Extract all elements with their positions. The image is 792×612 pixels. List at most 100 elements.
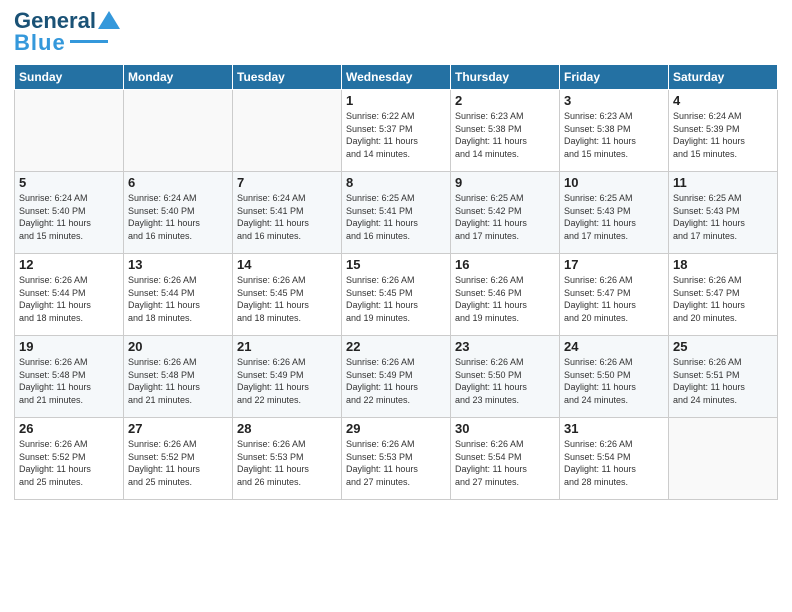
calendar-cell: 4 Sunrise: 6:24 AM Sunset: 5:39 PM Daylig… xyxy=(669,90,778,172)
day-number: 9 xyxy=(455,175,555,190)
calendar-cell: 29 Sunrise: 6:26 AM Sunset: 5:53 PM Dayli… xyxy=(342,418,451,500)
col-saturday: Saturday xyxy=(669,65,778,90)
calendar-cell: 16 Sunrise: 6:26 AM Sunset: 5:46 PM Dayli… xyxy=(451,254,560,336)
day-info: Sunrise: 6:26 AM Sunset: 5:54 PM Dayligh… xyxy=(564,438,664,488)
day-info: Sunrise: 6:25 AM Sunset: 5:42 PM Dayligh… xyxy=(455,192,555,242)
calendar-week-row: 1 Sunrise: 6:22 AM Sunset: 5:37 PM Daylig… xyxy=(15,90,778,172)
day-info: Sunrise: 6:26 AM Sunset: 5:45 PM Dayligh… xyxy=(346,274,446,324)
calendar-cell: 3 Sunrise: 6:23 AM Sunset: 5:38 PM Daylig… xyxy=(560,90,669,172)
calendar-cell: 8 Sunrise: 6:25 AM Sunset: 5:41 PM Daylig… xyxy=(342,172,451,254)
calendar-week-row: 5 Sunrise: 6:24 AM Sunset: 5:40 PM Daylig… xyxy=(15,172,778,254)
day-info: Sunrise: 6:26 AM Sunset: 5:51 PM Dayligh… xyxy=(673,356,773,406)
day-info: Sunrise: 6:24 AM Sunset: 5:41 PM Dayligh… xyxy=(237,192,337,242)
calendar-cell xyxy=(15,90,124,172)
day-info: Sunrise: 6:26 AM Sunset: 5:48 PM Dayligh… xyxy=(19,356,119,406)
day-info: Sunrise: 6:26 AM Sunset: 5:50 PM Dayligh… xyxy=(564,356,664,406)
day-info: Sunrise: 6:26 AM Sunset: 5:53 PM Dayligh… xyxy=(237,438,337,488)
day-info: Sunrise: 6:26 AM Sunset: 5:54 PM Dayligh… xyxy=(455,438,555,488)
day-number: 3 xyxy=(564,93,664,108)
day-number: 12 xyxy=(19,257,119,272)
day-number: 27 xyxy=(128,421,228,436)
day-info: Sunrise: 6:22 AM Sunset: 5:37 PM Dayligh… xyxy=(346,110,446,160)
calendar-cell: 28 Sunrise: 6:26 AM Sunset: 5:53 PM Dayli… xyxy=(233,418,342,500)
calendar-cell: 21 Sunrise: 6:26 AM Sunset: 5:49 PM Dayli… xyxy=(233,336,342,418)
calendar-cell: 6Sunrise: 6:24 AM Sunset: 5:40 PM Daylig… xyxy=(124,172,233,254)
day-number: 1 xyxy=(346,93,446,108)
day-info: Sunrise: 6:26 AM Sunset: 5:47 PM Dayligh… xyxy=(564,274,664,324)
day-number: 24 xyxy=(564,339,664,354)
day-number: 25 xyxy=(673,339,773,354)
day-number: 23 xyxy=(455,339,555,354)
calendar-cell: 26 Sunrise: 6:26 AM Sunset: 5:52 PM Dayli… xyxy=(15,418,124,500)
calendar-cell: 27Sunrise: 6:26 AM Sunset: 5:52 PM Dayli… xyxy=(124,418,233,500)
day-number: 18 xyxy=(673,257,773,272)
day-number: 8 xyxy=(346,175,446,190)
page: General Blue Sunday Monday Tuesday Wedne… xyxy=(0,0,792,612)
day-info: Sunrise: 6:23 AM Sunset: 5:38 PM Dayligh… xyxy=(455,110,555,160)
day-info: Sunrise: 6:26 AM Sunset: 5:45 PM Dayligh… xyxy=(237,274,337,324)
day-info: Sunrise: 6:23 AM Sunset: 5:38 PM Dayligh… xyxy=(564,110,664,160)
day-info: Sunrise: 6:25 AM Sunset: 5:43 PM Dayligh… xyxy=(564,192,664,242)
day-info: Sunrise: 6:26 AM Sunset: 5:48 PM Dayligh… xyxy=(128,356,228,406)
calendar-cell: 30Sunrise: 6:26 AM Sunset: 5:54 PM Dayli… xyxy=(451,418,560,500)
calendar-cell xyxy=(669,418,778,500)
calendar-cell: 10 Sunrise: 6:25 AM Sunset: 5:43 PM Dayli… xyxy=(560,172,669,254)
day-info: Sunrise: 6:25 AM Sunset: 5:41 PM Dayligh… xyxy=(346,192,446,242)
day-number: 29 xyxy=(346,421,446,436)
calendar-cell: 13 Sunrise: 6:26 AM Sunset: 5:44 PM Dayli… xyxy=(124,254,233,336)
day-number: 2 xyxy=(455,93,555,108)
calendar-cell: 22 Sunrise: 6:26 AM Sunset: 5:49 PM Dayli… xyxy=(342,336,451,418)
logo-triangle-icon xyxy=(98,11,120,31)
calendar-cell: 2 Sunrise: 6:23 AM Sunset: 5:38 PM Daylig… xyxy=(451,90,560,172)
day-number: 11 xyxy=(673,175,773,190)
calendar-cell: 25 Sunrise: 6:26 AM Sunset: 5:51 PM Dayli… xyxy=(669,336,778,418)
day-info: Sunrise: 6:26 AM Sunset: 5:44 PM Dayligh… xyxy=(128,274,228,324)
day-info: Sunrise: 6:26 AM Sunset: 5:44 PM Dayligh… xyxy=(19,274,119,324)
day-number: 13 xyxy=(128,257,228,272)
calendar-cell: 19 Sunrise: 6:26 AM Sunset: 5:48 PM Dayli… xyxy=(15,336,124,418)
day-number: 28 xyxy=(237,421,337,436)
day-number: 26 xyxy=(19,421,119,436)
day-number: 5 xyxy=(19,175,119,190)
logo-blue: Blue xyxy=(14,30,66,56)
calendar-cell: 20Sunrise: 6:26 AM Sunset: 5:48 PM Dayli… xyxy=(124,336,233,418)
day-number: 16 xyxy=(455,257,555,272)
col-wednesday: Wednesday xyxy=(342,65,451,90)
header: General Blue xyxy=(14,10,778,56)
day-info: Sunrise: 6:26 AM Sunset: 5:52 PM Dayligh… xyxy=(19,438,119,488)
calendar-body: 1 Sunrise: 6:22 AM Sunset: 5:37 PM Daylig… xyxy=(15,90,778,500)
calendar-cell: 11Sunrise: 6:25 AM Sunset: 5:43 PM Dayli… xyxy=(669,172,778,254)
day-info: Sunrise: 6:24 AM Sunset: 5:39 PM Dayligh… xyxy=(673,110,773,160)
day-info: Sunrise: 6:26 AM Sunset: 5:47 PM Dayligh… xyxy=(673,274,773,324)
calendar-cell: 18 Sunrise: 6:26 AM Sunset: 5:47 PM Dayli… xyxy=(669,254,778,336)
day-info: Sunrise: 6:26 AM Sunset: 5:49 PM Dayligh… xyxy=(346,356,446,406)
day-number: 7 xyxy=(237,175,337,190)
day-info: Sunrise: 6:26 AM Sunset: 5:46 PM Dayligh… xyxy=(455,274,555,324)
calendar-cell: 7 Sunrise: 6:24 AM Sunset: 5:41 PM Daylig… xyxy=(233,172,342,254)
day-number: 15 xyxy=(346,257,446,272)
calendar: Sunday Monday Tuesday Wednesday Thursday… xyxy=(14,64,778,500)
calendar-week-row: 26 Sunrise: 6:26 AM Sunset: 5:52 PM Dayli… xyxy=(15,418,778,500)
day-info: Sunrise: 6:26 AM Sunset: 5:50 PM Dayligh… xyxy=(455,356,555,406)
col-friday: Friday xyxy=(560,65,669,90)
day-number: 19 xyxy=(19,339,119,354)
calendar-cell: 9 Sunrise: 6:25 AM Sunset: 5:42 PM Daylig… xyxy=(451,172,560,254)
calendar-cell: 23 Sunrise: 6:26 AM Sunset: 5:50 PM Dayli… xyxy=(451,336,560,418)
calendar-cell: 17Sunrise: 6:26 AM Sunset: 5:47 PM Dayli… xyxy=(560,254,669,336)
day-info: Sunrise: 6:24 AM Sunset: 5:40 PM Dayligh… xyxy=(128,192,228,242)
day-number: 21 xyxy=(237,339,337,354)
col-monday: Monday xyxy=(124,65,233,90)
col-sunday: Sunday xyxy=(15,65,124,90)
day-info: Sunrise: 6:26 AM Sunset: 5:49 PM Dayligh… xyxy=(237,356,337,406)
day-number: 10 xyxy=(564,175,664,190)
calendar-cell: 24 Sunrise: 6:26 AM Sunset: 5:50 PM Dayli… xyxy=(560,336,669,418)
calendar-week-row: 19 Sunrise: 6:26 AM Sunset: 5:48 PM Dayli… xyxy=(15,336,778,418)
calendar-cell: 12 Sunrise: 6:26 AM Sunset: 5:44 PM Dayli… xyxy=(15,254,124,336)
logo-general: General xyxy=(14,10,96,32)
calendar-cell xyxy=(124,90,233,172)
day-number: 22 xyxy=(346,339,446,354)
day-number: 4 xyxy=(673,93,773,108)
col-tuesday: Tuesday xyxy=(233,65,342,90)
day-info: Sunrise: 6:26 AM Sunset: 5:53 PM Dayligh… xyxy=(346,438,446,488)
calendar-cell: 15 Sunrise: 6:26 AM Sunset: 5:45 PM Dayli… xyxy=(342,254,451,336)
